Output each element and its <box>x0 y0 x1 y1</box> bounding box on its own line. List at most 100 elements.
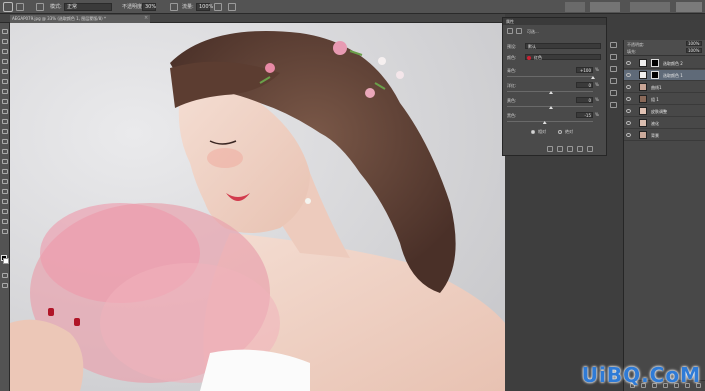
layer-row[interactable]: 液化 <box>624 118 705 129</box>
clone-stamp-tool-icon[interactable] <box>2 109 8 114</box>
layer-row[interactable]: 曲线1 <box>624 82 705 93</box>
adjustment-icon <box>507 28 513 34</box>
percent-sign: % <box>595 97 599 102</box>
channels-panel-icon[interactable] <box>610 90 617 96</box>
slider-value-field[interactable]: 0 <box>576 97 593 103</box>
layer-mask-thumbnail[interactable] <box>651 59 659 67</box>
history-panel-icon[interactable] <box>610 42 617 48</box>
slider-track[interactable] <box>507 121 593 122</box>
eye-icon[interactable] <box>626 85 631 89</box>
marquee-tool-icon[interactable] <box>2 39 8 44</box>
type-tool-icon[interactable] <box>2 179 8 184</box>
relative-radio[interactable] <box>531 130 535 134</box>
layer-row[interactable]: 选取颜色 2 <box>624 58 705 69</box>
absolute-label: 绝对 <box>565 129 573 134</box>
slider-track[interactable] <box>507 91 593 92</box>
brush-preset-icon[interactable] <box>16 3 24 11</box>
layer-row[interactable]: 背景 <box>624 130 705 141</box>
layers-fill-field[interactable]: 100% <box>686 48 702 53</box>
document-canvas[interactable] <box>10 23 505 391</box>
flow-label: 流量: <box>182 4 194 10</box>
layer-thumbnail <box>639 95 647 103</box>
shape-tool-icon[interactable] <box>2 199 8 204</box>
delete-adjustment-icon[interactable] <box>587 146 593 152</box>
opacity-field[interactable]: 30% <box>142 3 156 11</box>
close-tab-icon[interactable]: × <box>144 15 148 21</box>
swatches-panel-icon[interactable] <box>610 78 617 84</box>
blurred-area <box>630 2 670 12</box>
quick-select-tool-icon[interactable] <box>2 59 8 64</box>
mode-label: 模式: <box>50 4 62 10</box>
layer-row[interactable]: 选取颜色 1 <box>624 70 705 81</box>
lasso-tool-icon[interactable] <box>2 49 8 54</box>
absolute-radio[interactable] <box>558 130 562 134</box>
gradient-tool-icon[interactable] <box>2 139 8 144</box>
mode-select[interactable]: 正常 <box>64 3 112 11</box>
layer-name: 曲线1 <box>651 85 662 90</box>
pressure-opacity-icon[interactable] <box>170 3 178 11</box>
slider-track[interactable] <box>507 106 593 107</box>
move-tool-icon[interactable] <box>2 29 8 34</box>
pressure-size-icon[interactable] <box>228 3 236 11</box>
layer-row[interactable]: 组 1 <box>624 94 705 105</box>
more-tools-icon[interactable] <box>2 229 8 234</box>
brush-tool-icon[interactable] <box>2 99 8 104</box>
adjustments-panel-icon[interactable] <box>610 66 617 72</box>
eye-icon[interactable] <box>626 133 631 137</box>
eraser-tool-icon[interactable] <box>2 129 8 134</box>
healing-tool-icon[interactable] <box>2 89 8 94</box>
history-brush-tool-icon[interactable] <box>2 119 8 124</box>
document-tab[interactable]: AEGAP079.jpg @ 33% (选取颜色 1, 图层蒙版/8) * <box>10 15 150 23</box>
eye-icon[interactable] <box>626 109 631 113</box>
view-previous-icon[interactable] <box>557 146 563 152</box>
layers-opacity-field[interactable]: 100% <box>686 41 702 46</box>
percent-sign: % <box>595 82 599 87</box>
visibility-icon[interactable] <box>577 146 583 152</box>
layer-mask-thumbnail[interactable] <box>651 71 659 79</box>
brush-settings-icon[interactable] <box>36 3 44 11</box>
actions-panel-icon[interactable] <box>610 54 617 60</box>
eye-icon[interactable] <box>626 121 631 125</box>
clip-to-layer-icon[interactable] <box>547 146 553 152</box>
eyedropper-tool-icon[interactable] <box>2 79 8 84</box>
dodge-tool-icon[interactable] <box>2 159 8 164</box>
panel-icon-strip <box>607 40 621 150</box>
slider-track[interactable] <box>507 76 593 77</box>
mask-icon[interactable] <box>516 28 522 34</box>
slider-value-field[interactable]: -15 <box>576 112 593 118</box>
brush-tool-icon[interactable] <box>3 2 13 12</box>
slider-value-field[interactable]: 0 <box>576 82 593 88</box>
blurred-area <box>676 2 702 12</box>
layers-panel: 不透明度: 100% 填充: 100% 选取颜色 2 选取颜色 1 曲线1 组 1 皮肤… <box>623 40 705 391</box>
layers-panel-options: 不透明度: 100% 填充: 100% <box>624 40 705 56</box>
eye-icon[interactable] <box>626 97 631 101</box>
properties-panel-title: 属性 <box>503 18 606 25</box>
layer-row[interactable]: 皮肤调整 <box>624 106 705 117</box>
airbrush-icon[interactable] <box>214 3 222 11</box>
layer-thumbnail <box>639 71 647 79</box>
slider-label: 洋红: <box>507 83 517 88</box>
hand-tool-icon[interactable] <box>2 209 8 214</box>
screen-mode-icon[interactable] <box>2 283 8 288</box>
slider-value-field[interactable]: +100 <box>576 67 593 73</box>
eye-icon[interactable] <box>626 61 631 65</box>
slider-label: 黄色: <box>507 98 517 103</box>
opacity-label: 不透明度: <box>122 4 144 10</box>
zoom-tool-icon[interactable] <box>2 219 8 224</box>
layer-name: 背景 <box>651 133 659 138</box>
blur-tool-icon[interactable] <box>2 149 8 154</box>
eye-icon[interactable] <box>626 73 631 77</box>
paths-panel-icon[interactable] <box>610 102 617 108</box>
blurred-area <box>565 2 585 12</box>
crop-tool-icon[interactable] <box>2 69 8 74</box>
colors-select[interactable]: 红色 <box>525 54 601 60</box>
quick-mask-icon[interactable] <box>2 273 8 278</box>
background-color-swatch[interactable] <box>3 258 9 264</box>
path-select-tool-icon[interactable] <box>2 189 8 194</box>
layers-fill-label: 填充: <box>627 49 637 54</box>
slider-label: 黑色: <box>507 113 517 118</box>
flow-field[interactable]: 100% <box>196 3 213 11</box>
pen-tool-icon[interactable] <box>2 169 8 174</box>
reset-icon[interactable] <box>567 146 573 152</box>
preset-select[interactable]: 默认 <box>525 43 601 49</box>
